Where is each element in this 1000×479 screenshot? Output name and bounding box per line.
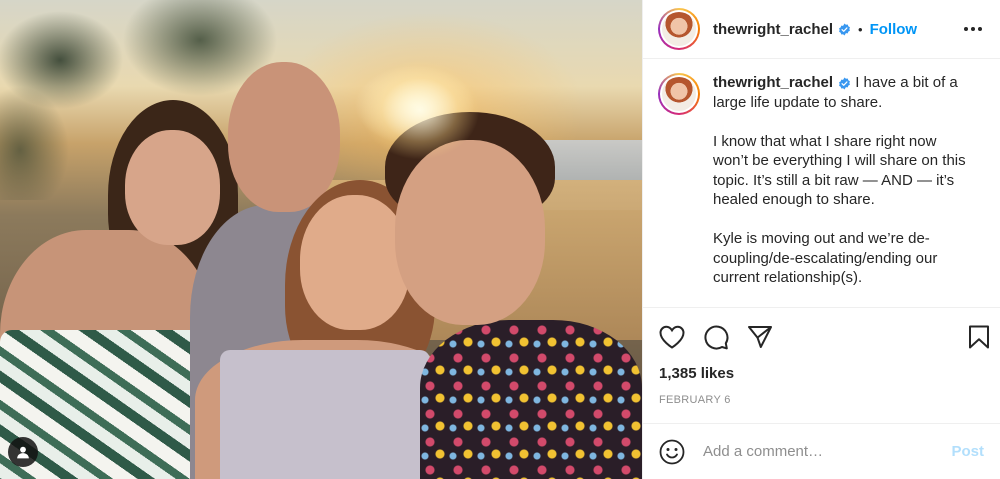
post-caption: thewright_rachel I have a bit of a large… [713, 73, 975, 307]
user-tags-icon [17, 446, 29, 459]
action-bar [643, 308, 1000, 364]
user-tags-button[interactable] [8, 437, 38, 467]
header-separator: • [858, 21, 863, 37]
bookmark-icon [969, 325, 989, 349]
share-button[interactable] [747, 322, 777, 352]
like-button[interactable] [659, 322, 689, 352]
instagram-post: thewright_rachel • Follow thewright_rach… [0, 0, 1000, 479]
post-photo[interactable] [0, 0, 642, 479]
caption-username[interactable]: thewright_rachel [713, 74, 833, 91]
caption-paragraph: Kyle is moving out and we’re de-coupling… [713, 230, 938, 287]
heart-icon [659, 325, 685, 349]
caption-paragraph: I know that what I share right now won’t… [713, 132, 966, 209]
emoji-button[interactable] [659, 438, 687, 466]
likes-count[interactable]: 1,385 likes [643, 365, 1000, 386]
emoji-smile-icon [659, 439, 685, 465]
comment-button[interactable] [703, 322, 733, 352]
post-comment-button[interactable]: Post [951, 443, 984, 460]
comment-bubble-icon [704, 325, 729, 350]
avatar[interactable] [658, 8, 700, 51]
post-side-panel: thewright_rachel • Follow thewright_rach… [642, 0, 1000, 479]
caption-avatar[interactable] [658, 73, 700, 116]
comment-bar: Post [643, 423, 1000, 479]
verified-badge-icon [838, 23, 851, 36]
paper-plane-icon [748, 325, 772, 348]
verified-badge-icon [838, 77, 851, 90]
header-username[interactable]: thewright_rachel [713, 21, 833, 38]
more-options-icon[interactable] [960, 23, 986, 35]
comment-input[interactable] [703, 443, 952, 461]
post-date[interactable]: FEBRUARY 6 [643, 386, 1000, 423]
save-button[interactable] [960, 322, 990, 352]
sun-flare [360, 60, 480, 160]
follow-button[interactable]: Follow [870, 21, 918, 38]
profile-photo [662, 12, 696, 47]
post-header: thewright_rachel • Follow [643, 0, 1000, 60]
caption-section: thewright_rachel I have a bit of a large… [643, 59, 1000, 309]
